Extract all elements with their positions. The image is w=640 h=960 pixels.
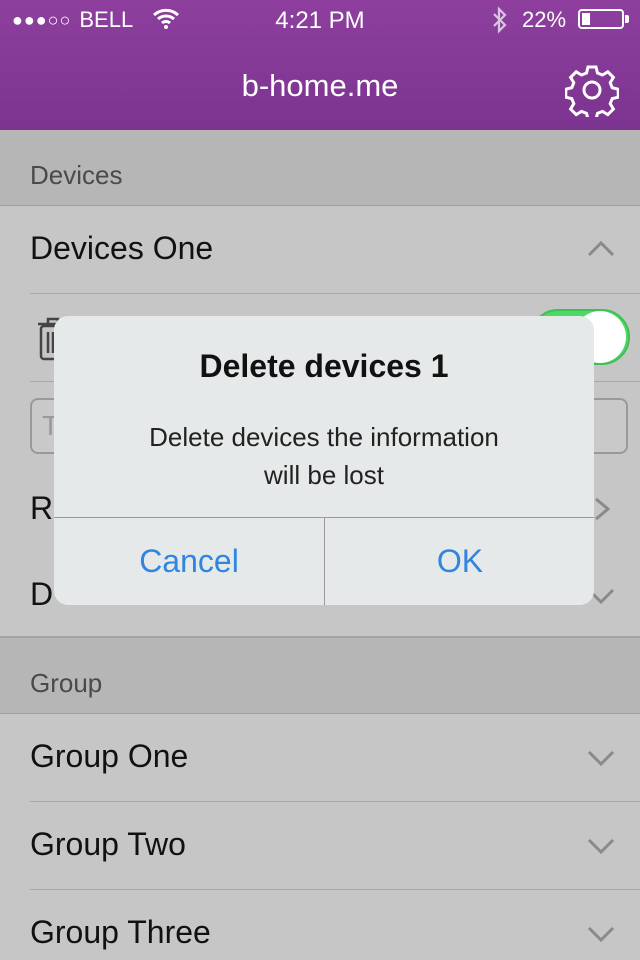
dialog-message: Delete devices the information will be l… (94, 418, 554, 494)
dialog-message-line-2: will be lost (264, 460, 384, 490)
ok-button[interactable]: OK (325, 518, 594, 605)
dialog-title: Delete devices 1 (199, 348, 449, 384)
delete-alert-dialog: Delete devices 1 Delete devices the info… (54, 316, 594, 605)
dialog-message-line-1: Delete devices the information (149, 422, 499, 452)
cancel-button[interactable]: Cancel (54, 518, 324, 605)
